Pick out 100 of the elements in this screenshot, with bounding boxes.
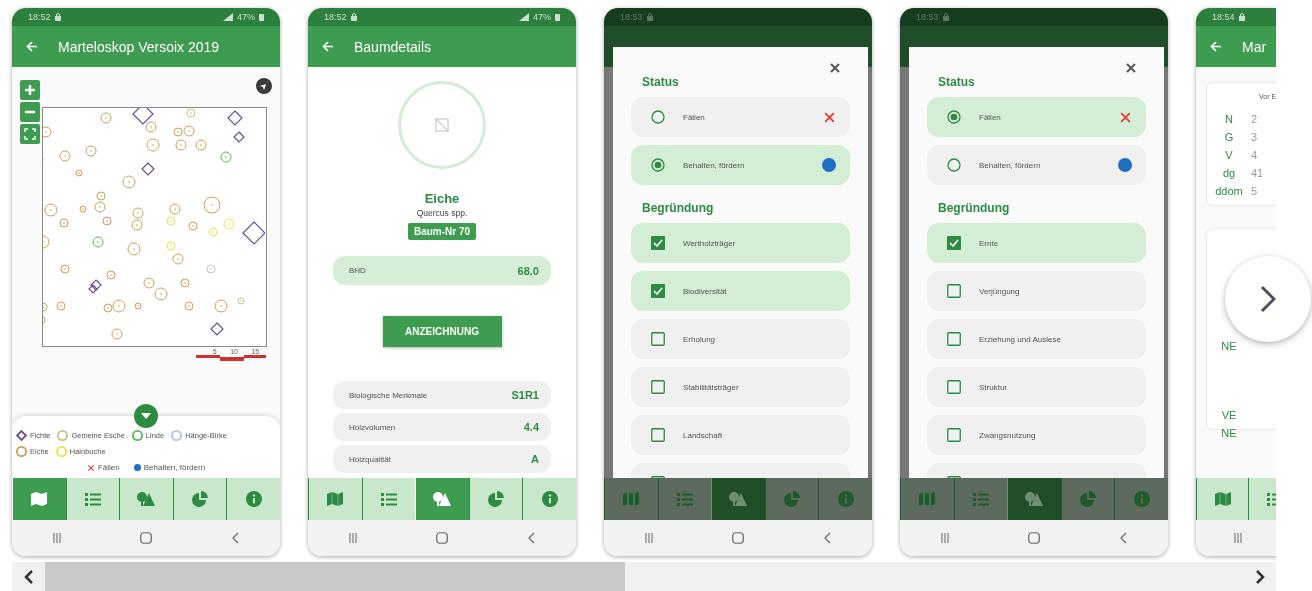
back-arrow-icon[interactable] <box>26 41 38 52</box>
nav-tab[interactable] <box>711 478 765 520</box>
reason-option[interactable]: Erholung <box>631 319 850 359</box>
nav-tab[interactable] <box>119 478 173 520</box>
checkbox[interactable] <box>651 428 665 442</box>
lock-icon <box>350 13 357 21</box>
caret-down-icon <box>141 412 151 420</box>
nav-tab[interactable] <box>226 478 280 520</box>
radio-button[interactable] <box>651 158 665 172</box>
option-label: Verjüngung <box>979 286 1021 296</box>
battery-level: 47% <box>533 12 551 22</box>
recent-apps-icon[interactable] <box>51 533 62 543</box>
close-button[interactable] <box>830 63 840 73</box>
recent-apps-icon[interactable] <box>643 533 654 543</box>
list-icon <box>380 492 397 506</box>
checkbox[interactable] <box>947 284 961 298</box>
checkbox[interactable] <box>651 236 665 250</box>
battery-level: 47% <box>237 12 255 22</box>
row-label: G <box>1223 131 1235 143</box>
reason-option[interactable]: Stabilitätsträger <box>631 367 850 407</box>
info-icon <box>1133 491 1150 507</box>
status-option[interactable]: Fällen <box>927 97 1146 137</box>
home-icon[interactable] <box>1028 532 1040 544</box>
back-icon[interactable] <box>1119 532 1127 544</box>
compass-icon[interactable] <box>256 78 272 94</box>
reason-option[interactable]: Struktur <box>927 367 1146 407</box>
checkbox[interactable] <box>947 332 961 346</box>
recent-apps-icon[interactable] <box>1233 533 1243 543</box>
reason-option[interactable]: Erziehung und Auslese <box>927 319 1146 359</box>
row-value: S1R1 <box>511 389 539 401</box>
option-label: Struktur <box>979 382 1008 392</box>
legend-label: Behalten, fördern <box>143 463 206 472</box>
lock-icon <box>942 13 949 21</box>
recent-apps-icon[interactable] <box>347 533 358 543</box>
reason-option[interactable]: Biodiversität <box>631 271 850 311</box>
row-label: ddom <box>1214 185 1244 197</box>
species-name: Eiche <box>424 191 460 206</box>
tree-number: Baum-Nr 70 <box>407 223 477 240</box>
home-icon[interactable] <box>436 532 448 544</box>
home-icon[interactable] <box>732 532 744 544</box>
map-icon <box>327 492 344 506</box>
status-time: 18:54 <box>1212 12 1235 22</box>
section-heading: Status <box>938 75 976 89</box>
nav-tab[interactable] <box>172 478 227 520</box>
checkbox[interactable] <box>947 428 961 442</box>
recent-apps-icon[interactable] <box>939 533 950 543</box>
battery-icon <box>259 13 264 21</box>
checkbox[interactable] <box>947 236 961 250</box>
reason-option[interactable]: Landschaft <box>631 415 850 455</box>
option-label: Behalten, fördern <box>979 160 1042 170</box>
table-cell-text: 41 <box>1251 167 1265 179</box>
nav-tab[interactable] <box>308 478 362 520</box>
fullscreen-button[interactable] <box>20 124 40 144</box>
list-icon <box>676 492 693 506</box>
nav-tab[interactable] <box>361 478 416 520</box>
checkbox[interactable] <box>651 284 665 298</box>
table-cell-text: 3 <box>1251 131 1259 143</box>
collapse-button[interactable] <box>134 404 158 428</box>
close-button[interactable] <box>1126 63 1136 73</box>
back-arrow-icon[interactable] <box>1210 41 1222 52</box>
nav-tab[interactable] <box>468 478 523 520</box>
info-icon <box>541 491 558 507</box>
option-label: Stabilitätsträger <box>683 382 740 392</box>
checkbox[interactable] <box>651 380 665 394</box>
status-option[interactable]: Behalten, fördern <box>927 145 1146 185</box>
reason-option[interactable]: Wertholzträger <box>631 223 850 263</box>
table-cell-text: 5 <box>1251 185 1259 197</box>
zoom-out-button[interactable] <box>20 102 40 122</box>
back-icon[interactable] <box>527 532 535 544</box>
home-icon[interactable] <box>140 532 152 544</box>
radio-button[interactable] <box>947 110 961 124</box>
radio-button[interactable] <box>651 110 665 124</box>
option-label: Fällen <box>979 112 1002 122</box>
shapes-icon <box>137 492 156 506</box>
nav-tab[interactable] <box>1196 478 1248 520</box>
back-icon[interactable] <box>823 532 831 544</box>
nav-tab[interactable] <box>522 478 576 520</box>
radio-button[interactable] <box>947 158 961 172</box>
nav-tab[interactable] <box>65 478 120 520</box>
status-option[interactable]: Behalten, fördern <box>631 145 850 185</box>
status-option[interactable]: Fällen <box>631 97 850 137</box>
section-heading: Status <box>642 75 680 89</box>
back-arrow-icon[interactable] <box>322 41 334 52</box>
option-label: Zwangsnutzung <box>979 430 1037 440</box>
pie-chart-icon <box>488 491 505 507</box>
row-label: BHD <box>349 266 366 275</box>
option-label: Erholung <box>683 334 717 344</box>
nav-tab[interactable] <box>1007 478 1061 520</box>
checkbox[interactable] <box>651 332 665 346</box>
scrollbar-thumb[interactable] <box>45 562 625 591</box>
list-icon <box>84 492 101 506</box>
pie-chart-icon <box>784 491 801 507</box>
checkbox[interactable] <box>947 380 961 394</box>
expand-icon <box>24 128 36 140</box>
back-icon[interactable] <box>231 532 239 544</box>
reason-option[interactable]: Zwangsnutzung <box>927 415 1146 455</box>
reason-option[interactable]: Verjüngung <box>927 271 1146 311</box>
zoom-in-button[interactable] <box>20 80 40 100</box>
no-image-icon <box>435 118 449 132</box>
pie-chart-icon <box>1080 491 1097 507</box>
